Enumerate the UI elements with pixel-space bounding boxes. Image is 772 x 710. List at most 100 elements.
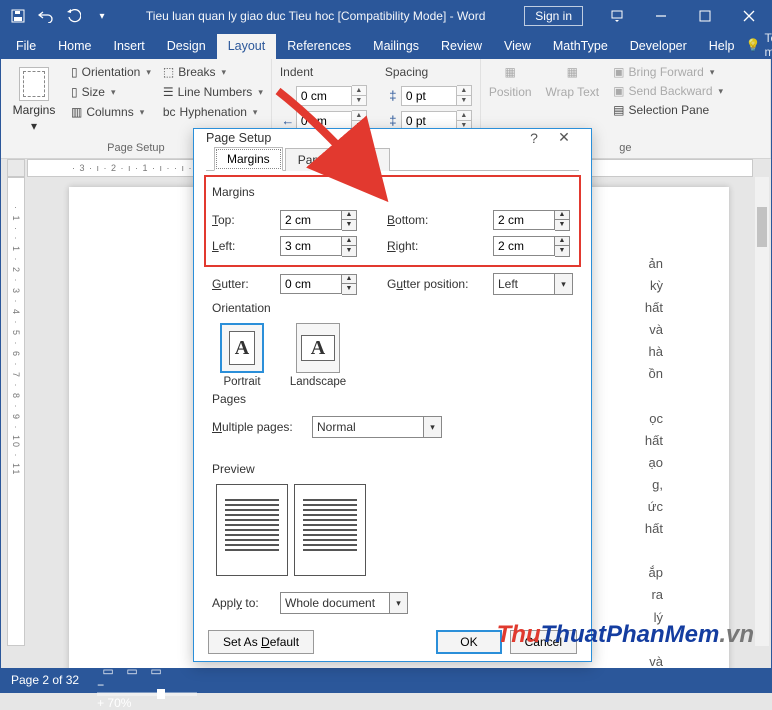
margins-icon	[19, 67, 49, 101]
preview-page-2	[294, 484, 366, 576]
save-icon[interactable]	[5, 3, 31, 29]
margins-button[interactable]: Margins ▾	[9, 63, 59, 133]
tab-mailings[interactable]: Mailings	[362, 34, 430, 59]
dialog-title: Page Setup	[206, 131, 271, 145]
vertical-scrollbar[interactable]	[755, 177, 769, 646]
landscape-option[interactable]: A Landscape	[288, 323, 348, 388]
dialog-tab-margins[interactable]: Margins	[214, 147, 283, 171]
dialog-titlebar: Page Setup ? ✕	[194, 129, 591, 146]
web-layout-icon[interactable]: ▭	[145, 664, 167, 678]
tell-me[interactable]: 💡Tell me	[745, 31, 772, 59]
columns-button[interactable]: ▥Columns▾	[71, 105, 151, 119]
indent-right-icon: ←	[280, 113, 296, 128]
tab-file[interactable]: File	[5, 34, 47, 59]
orientation-icon: ▯	[71, 65, 78, 79]
selection-pane-button[interactable]: ▤Selection Pane	[613, 103, 723, 117]
indent-left-icon: →	[280, 88, 296, 103]
pages-section-label: Pages	[212, 392, 573, 406]
margins-highlight: Margins Top: ▲▼ Bottom: ▲▼ Left: ▲▼ Righ…	[204, 175, 581, 267]
spacing-before-input[interactable]: ‡▲▼	[385, 85, 472, 106]
sign-in-button[interactable]: Sign in	[524, 6, 583, 26]
wrap-text-button: ▦	[567, 65, 578, 79]
chevron-down-icon: ▾	[31, 119, 37, 133]
hyphenation-button[interactable]: bcHyphenation▾	[163, 105, 263, 119]
breaks-button[interactable]: ⬚Breaks▾	[163, 65, 263, 79]
lightbulb-icon: 💡	[745, 38, 760, 52]
bring-forward-button: ▣Bring Forward▾	[613, 65, 723, 79]
close-icon[interactable]	[727, 1, 771, 31]
read-mode-icon[interactable]: ▭	[97, 664, 119, 678]
dialog-help-icon[interactable]: ?	[519, 130, 549, 146]
indent-left-input[interactable]: →▲▼	[280, 85, 367, 106]
tab-home[interactable]: Home	[47, 34, 102, 59]
multiple-pages-combo[interactable]: Normal▾	[312, 416, 442, 438]
columns-icon: ▥	[71, 105, 82, 119]
maximize-icon[interactable]	[683, 1, 727, 31]
apply-to-label: Apply to:	[212, 596, 272, 610]
window-title: Tieu luan quan ly giao duc Tieu hoc [Com…	[119, 9, 512, 23]
preview-page-1	[216, 484, 288, 576]
print-layout-icon[interactable]: ▭	[121, 664, 143, 678]
right-label: Right:	[387, 239, 485, 253]
tab-mathtype[interactable]: MathType	[542, 34, 619, 59]
status-page[interactable]: Page 2 of 32	[11, 673, 79, 687]
redo-icon[interactable]	[61, 3, 87, 29]
window-controls	[595, 1, 771, 31]
position-icon: ▦	[505, 65, 516, 79]
zoom-level[interactable]: 70%	[107, 696, 131, 710]
page-setup-dialog: Page Setup ? ✕ Margins Paper Lay Margins…	[193, 128, 592, 662]
ok-button[interactable]: OK	[436, 630, 501, 654]
indent-label: Indent	[280, 65, 367, 79]
dialog-tab-paper[interactable]: Paper	[285, 148, 343, 171]
ribbon-options-icon[interactable]	[595, 1, 639, 31]
breaks-icon: ⬚	[163, 65, 174, 79]
left-input[interactable]: ▲▼	[280, 236, 357, 257]
set-default-button[interactable]: Set As Default	[208, 630, 314, 654]
scroll-thumb[interactable]	[757, 207, 767, 247]
minimize-icon[interactable]	[639, 1, 683, 31]
wrap-icon: ▦	[567, 65, 578, 79]
size-button[interactable]: ▯Size▾	[71, 85, 151, 99]
qat-customize-icon[interactable]: ▾	[89, 3, 115, 29]
status-bar: Page 2 of 32 13943 words English (United…	[1, 668, 771, 692]
linenumbers-icon: ☰	[163, 85, 174, 99]
tab-developer[interactable]: Developer	[619, 34, 698, 59]
top-label: Top:	[212, 213, 272, 227]
size-icon: ▯	[71, 85, 78, 99]
hyphenation-icon: bc	[163, 105, 176, 119]
right-input[interactable]: ▲▼	[493, 236, 570, 257]
tab-review[interactable]: Review	[430, 34, 493, 59]
line-numbers-button[interactable]: ☰Line Numbers▾	[163, 85, 263, 99]
undo-icon[interactable]	[33, 3, 59, 29]
gutter-input[interactable]: ▲▼	[280, 274, 357, 295]
orientation-button[interactable]: ▯Orientation▾	[71, 65, 151, 79]
bottom-input[interactable]: ▲▼	[493, 210, 570, 231]
titlebar: ▾ Tieu luan quan ly giao duc Tieu hoc [C…	[1, 1, 771, 31]
orientation-section-label: Orientation	[212, 301, 573, 315]
selection-pane-icon: ▤	[613, 103, 624, 117]
send-backward-button: ▣Send Backward▾	[613, 84, 723, 98]
quick-access-toolbar: ▾	[1, 3, 119, 29]
dialog-tab-layout[interactable]: Lay	[345, 148, 390, 171]
dialog-tabs: Margins Paper Lay	[206, 146, 579, 171]
top-input[interactable]: ▲▼	[280, 210, 357, 231]
zoom-in-icon[interactable]: +	[97, 696, 104, 710]
gutter-pos-combo[interactable]: Left▾	[493, 273, 573, 295]
dialog-close-icon[interactable]: ✕	[549, 129, 579, 146]
tab-help[interactable]: Help	[698, 34, 746, 59]
vertical-ruler[interactable]: · 1 · · 1 · 2 · 3 · 4 · 5 · 6 · 7 · 8 · …	[7, 177, 25, 646]
tab-references[interactable]: References	[276, 34, 362, 59]
zoom-out-icon[interactable]: −	[97, 678, 104, 692]
preview-area	[212, 484, 573, 576]
tab-layout[interactable]: Layout	[217, 34, 277, 59]
spacing-before-icon: ‡	[385, 88, 401, 103]
tab-design[interactable]: Design	[156, 34, 217, 59]
apply-to-combo[interactable]: Whole document▾	[280, 592, 408, 614]
portrait-option[interactable]: A Portrait	[212, 323, 272, 388]
tab-insert[interactable]: Insert	[103, 34, 156, 59]
bring-forward-icon: ▣	[613, 65, 624, 79]
ruler-corner	[7, 159, 25, 177]
tab-view[interactable]: View	[493, 34, 542, 59]
spacing-after-icon: ‡	[385, 113, 401, 128]
margins-section-label: Margins	[212, 185, 573, 199]
